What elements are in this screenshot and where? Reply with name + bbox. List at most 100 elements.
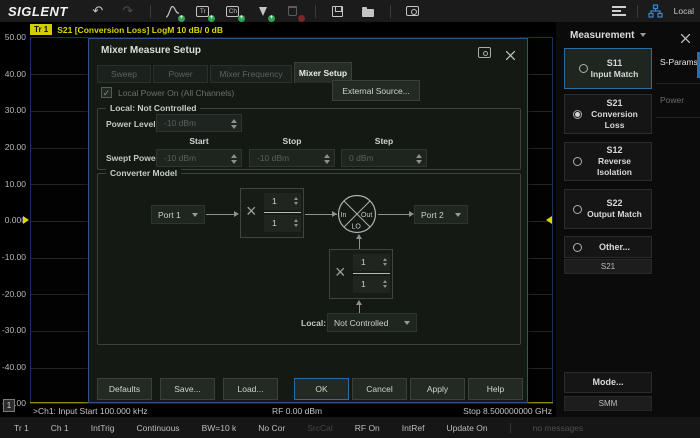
tab-power[interactable]: Power — [656, 95, 700, 105]
radio-icon[interactable] — [573, 243, 582, 252]
capture-icon[interactable] — [478, 47, 491, 58]
camera-icon — [406, 6, 419, 16]
save-button[interactable]: Save... — [160, 378, 215, 400]
y-axis-tick: -20.00 — [0, 289, 26, 299]
chevron-down-icon[interactable] — [640, 33, 646, 37]
sidebar-close-button[interactable] — [681, 30, 690, 48]
undo-icon: ↶ — [92, 5, 103, 18]
add-trace-button[interactable]: + — [165, 4, 181, 19]
redo-button[interactable]: ↷ — [120, 4, 136, 19]
power-level-label: Power Level — [106, 119, 156, 129]
radio-icon[interactable] — [573, 157, 582, 166]
swept-start-input[interactable]: -10 dBm — [156, 149, 242, 167]
mixer-symbol: In Out LO — [337, 194, 377, 234]
vna-application: SIGLENT ↶ ↷ + Tr + Ch + + — [0, 0, 700, 438]
trace-info-text[interactable]: S21 [Conversion Loss] LogM 10 dB/ 0 dB — [57, 25, 223, 35]
load-button[interactable]: Load... — [223, 378, 278, 400]
sidebar-item-s21[interactable]: S21 Conversion Loss — [564, 94, 652, 134]
mode-button[interactable]: Mode... — [564, 372, 652, 393]
meas-code: S21 — [582, 98, 647, 109]
message-area: no messages — [533, 423, 584, 433]
tab-mixer-frequency[interactable]: Mixer Frequency — [210, 65, 292, 83]
tab-power[interactable]: Power — [153, 65, 208, 83]
radio-checked-icon[interactable] — [573, 110, 582, 119]
screenshot-button[interactable] — [405, 4, 421, 19]
port2-select[interactable]: Port 2 — [414, 205, 468, 224]
mult1-denominator-input[interactable]: 1 — [264, 215, 301, 232]
spinner-icon[interactable] — [231, 154, 237, 164]
lo-local-select[interactable]: Not Controlled — [327, 313, 417, 332]
sweep-mode-status[interactable]: Continuous — [137, 423, 180, 433]
meas-name: Input Match — [588, 69, 641, 80]
connection-mode-label[interactable]: Local — [674, 6, 694, 16]
trigger-status[interactable]: IntTrig — [91, 423, 115, 433]
mult2-denominator-input[interactable]: 1 — [353, 276, 390, 293]
srccal-status[interactable]: SrcCal — [307, 423, 333, 433]
port1-select[interactable]: Port 1 — [151, 205, 205, 224]
spinner-icon[interactable] — [324, 154, 330, 164]
network-icon — [648, 4, 663, 18]
reference-status[interactable]: IntRef — [402, 423, 425, 433]
correction-status[interactable]: No Cor — [258, 423, 285, 433]
sidebar-item-s22[interactable]: S22 Output Match — [564, 189, 652, 229]
local-power-checkbox[interactable]: ✓ — [101, 87, 112, 98]
swept-step-input[interactable]: 0 dBm — [341, 149, 427, 167]
sidebar-item-other[interactable]: Other... — [564, 236, 652, 258]
network-status-button[interactable] — [648, 4, 664, 19]
add-marker-button[interactable]: + — [255, 4, 271, 19]
other-label: Other... — [582, 242, 647, 253]
dialog-title: Mixer Measure Setup — [101, 45, 201, 56]
y-axis-tick: -30.00 — [0, 325, 26, 335]
spinner-icon[interactable] — [294, 219, 298, 227]
save-button[interactable] — [330, 4, 346, 19]
siglent-logo: SIGLENT — [8, 4, 68, 19]
multiply-icon: × — [335, 262, 346, 283]
new-channel-button[interactable]: Ch + — [225, 4, 241, 19]
converter-legend: Converter Model — [106, 168, 181, 179]
tab-s-params[interactable]: S-Params — [656, 57, 700, 67]
mult2-numerator-input[interactable]: 1 — [353, 254, 390, 271]
swept-stop-input[interactable]: -10 dBm — [249, 149, 335, 167]
sidebar-item-s11[interactable]: S11 Input Match — [564, 48, 652, 89]
tab-sweep[interactable]: Sweep — [97, 65, 151, 83]
mult1-numerator-input[interactable]: 1 — [264, 193, 301, 210]
arrow-right-icon — [234, 211, 239, 217]
external-source-button[interactable]: External Source... — [332, 80, 420, 101]
trace-selector[interactable]: Tr 1 — [14, 423, 29, 433]
dialog-close-button[interactable] — [506, 47, 515, 65]
reference-level-marker-left — [23, 216, 29, 224]
ok-button[interactable]: OK — [294, 378, 349, 400]
power-level-input[interactable]: -10 dBm — [156, 114, 242, 132]
delete-button[interactable] — [285, 4, 301, 19]
signal-line — [206, 214, 234, 215]
signal-line — [359, 239, 360, 249]
spinner-icon[interactable] — [416, 154, 422, 164]
help-button[interactable]: Help — [468, 378, 523, 400]
mixer-lo-label: LO — [352, 224, 362, 231]
meas-name: Reverse Isolation — [582, 156, 647, 178]
sidebar-item-s12[interactable]: S12 Reverse Isolation — [564, 142, 652, 181]
apply-button[interactable]: Apply — [410, 378, 465, 400]
radio-icon[interactable] — [579, 64, 588, 73]
rf-status[interactable]: RF On — [355, 423, 380, 433]
spinner-icon[interactable] — [383, 258, 387, 266]
spinner-icon[interactable] — [294, 197, 298, 205]
plus-badge-icon: + — [268, 15, 275, 22]
spinner-icon[interactable] — [383, 280, 387, 288]
reference-level-marker-right — [546, 216, 552, 224]
channel-status-bar: >Ch1: Input Start 100.000 kHz RF 0.00 dB… — [0, 403, 556, 417]
open-button[interactable] — [360, 4, 376, 19]
channel-selector[interactable]: Ch 1 — [51, 423, 69, 433]
undo-button[interactable]: ↶ — [90, 4, 106, 19]
update-status[interactable]: Update On — [446, 423, 487, 433]
window-layout-button[interactable] — [611, 4, 627, 19]
bandwidth-status[interactable]: BW=10 k — [202, 423, 237, 433]
radio-icon[interactable] — [573, 205, 582, 214]
new-trace-button[interactable]: Tr + — [195, 4, 211, 19]
spinner-icon[interactable] — [231, 119, 237, 129]
defaults-button[interactable]: Defaults — [97, 378, 152, 400]
tr-icon: Tr — [196, 6, 209, 17]
cancel-button[interactable]: Cancel — [352, 378, 407, 400]
other-value-box: S21 — [564, 259, 652, 274]
trace-number-badge[interactable]: Tr 1 — [30, 24, 52, 35]
